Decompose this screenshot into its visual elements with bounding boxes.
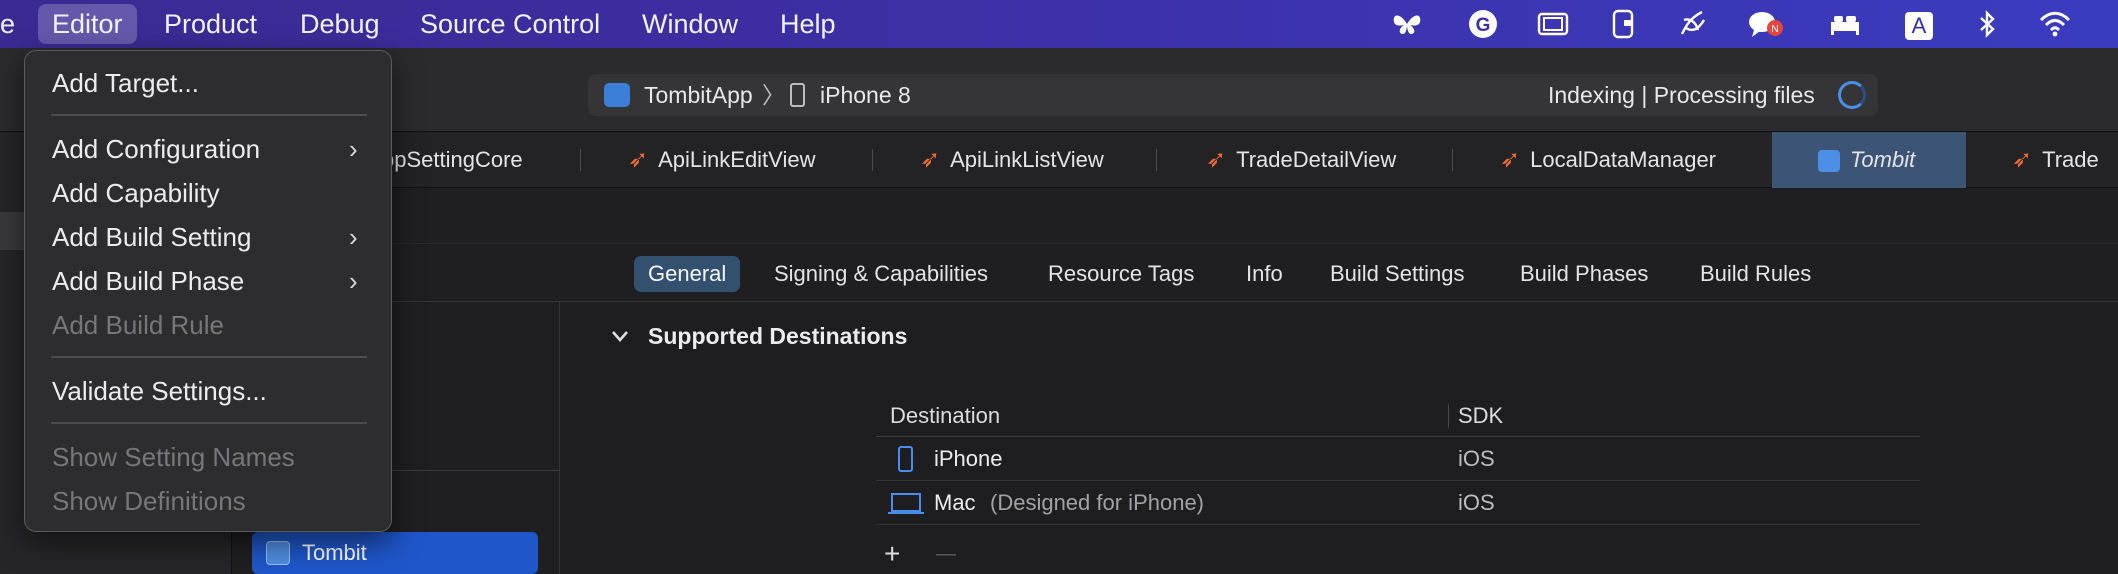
menu-debug[interactable]: Debug — [300, 0, 380, 48]
add-destination-button[interactable]: + — [884, 538, 900, 570]
menu-product[interactable]: Product — [164, 0, 257, 48]
tab-build-rules[interactable]: Build Rules — [1686, 256, 1825, 292]
project-icon — [1818, 150, 1840, 173]
tab-separator — [1452, 149, 1453, 171]
tab-build-phases[interactable]: Build Phases — [1506, 256, 1662, 292]
tab-label: Trade — [2042, 147, 2099, 172]
tab-label: LocalDataManager — [1530, 147, 1717, 172]
app-icon — [604, 83, 630, 107]
menu-item-add-configuration[interactable]: Add Configuration — [52, 127, 260, 171]
swift-icon: ➶ — [1206, 146, 1227, 173]
chevron-right-icon: › — [349, 266, 358, 296]
bed-icon[interactable] — [1828, 8, 1862, 40]
menu-item-add-build-rule: Add Build Rule — [52, 310, 224, 340]
phone-link-icon[interactable] — [1606, 8, 1640, 40]
menu-window[interactable]: Window — [642, 0, 738, 48]
iphone-icon — [898, 446, 913, 472]
swift-icon: ➶ — [628, 146, 649, 173]
bluetooth-icon[interactable] — [1970, 8, 2004, 40]
scheme-separator: 〉 — [762, 82, 785, 108]
destinations-table: Destination SDK iPhone iOS Mac (Designed… — [876, 396, 1920, 530]
menu-editor[interactable]: Editor — [38, 4, 137, 44]
tab-label: ApiLinkListView — [950, 147, 1104, 172]
menu-item-add-capability[interactable]: Add Capability — [52, 171, 220, 215]
table-row[interactable]: iPhone iOS — [876, 437, 1920, 481]
scheme-app[interactable]: TombitApp — [644, 74, 753, 116]
destination-name: Mac — [934, 490, 976, 515]
swift-icon: ➶ — [920, 146, 941, 173]
target-row-tombit[interactable]: Tombit — [252, 532, 538, 574]
column-header-sdk[interactable]: SDK — [1458, 396, 1503, 436]
tab-apilinklistview[interactable]: ➶ ApiLinkListView — [920, 132, 1104, 188]
menu-separator — [51, 356, 367, 358]
menu-item-add-build-setting[interactable]: Add Build Setting — [52, 215, 251, 259]
chevron-right-icon: › — [349, 222, 358, 252]
input-source-icon[interactable]: A — [1902, 8, 1936, 40]
brush-icon[interactable] — [1676, 8, 1710, 40]
destination-sdk: iOS — [1458, 446, 1495, 471]
chevron-down-icon[interactable] — [610, 326, 630, 351]
tab-separator — [872, 149, 873, 171]
notification-icon[interactable]: N — [1746, 8, 1783, 40]
menu-bar: e Editor Product Debug Source Control Wi… — [0, 0, 2118, 48]
butterfly-icon[interactable] — [1390, 8, 1424, 40]
column-divider — [1448, 404, 1449, 428]
tab-apilinkeditview[interactable]: ➶ ApiLinkEditView — [628, 132, 815, 188]
menu-separator — [51, 114, 367, 116]
tab-trade[interactable]: ➶ Trade — [2012, 132, 2099, 188]
menu-item-add-target[interactable]: Add Target... — [52, 61, 199, 105]
target-name: Tombit — [302, 540, 367, 565]
tab-tombit[interactable]: Tombit — [1818, 132, 1915, 188]
wifi-icon[interactable] — [2038, 8, 2072, 40]
swift-icon: ➶ — [1500, 146, 1521, 173]
tab-build-settings[interactable]: Build Settings — [1316, 256, 1479, 292]
menu-separator — [51, 422, 367, 424]
activity-view: TombitApp 〉 iPhone 8 Indexing | Processi… — [588, 74, 1878, 116]
device-icon — [790, 83, 805, 107]
menu-item-validate-settings[interactable]: Validate Settings... — [52, 369, 267, 413]
table-row[interactable]: Mac (Designed for iPhone) iOS — [876, 481, 1920, 525]
tab-localdatamanager[interactable]: ➶ LocalDataManager — [1500, 132, 1716, 188]
destination-sdk: iOS — [1458, 490, 1495, 515]
scheme-device[interactable]: iPhone 8 — [820, 74, 911, 116]
menu-fragment[interactable]: e — [0, 0, 15, 48]
tab-label: ppSettingCore — [382, 147, 523, 172]
chevron-right-icon: › — [349, 134, 358, 164]
tab-label: ApiLinkEditView — [658, 147, 816, 172]
swift-icon: ➶ — [2012, 146, 2033, 173]
input-source-label: A — [1905, 12, 1933, 40]
menu-source-control[interactable]: Source Control — [420, 0, 600, 48]
build-status: Indexing | Processing files — [1548, 82, 1815, 108]
menu-item-add-build-phase[interactable]: Add Build Phase — [52, 259, 244, 303]
column-header-destination[interactable]: Destination — [890, 396, 1000, 436]
tab-separator — [1156, 149, 1157, 171]
tab-appsettingcore[interactable]: ppSettingCore — [382, 132, 523, 188]
tab-signing-capabilities[interactable]: Signing & Capabilities — [760, 256, 1002, 292]
menu-help[interactable]: Help — [780, 0, 836, 48]
svg-text:G: G — [1476, 15, 1491, 36]
destination-detail: (Designed for iPhone) — [990, 490, 1205, 515]
editor-menu-dropdown: Add Target... Add Configuration › Add Ca… — [24, 50, 392, 532]
svg-text:N: N — [1771, 24, 1778, 35]
xcode-window: e Editor Product Debug Source Control Wi… — [0, 0, 2118, 574]
progress-spinner-icon — [1838, 81, 1866, 109]
section-title: Supported Destinations — [648, 323, 908, 349]
menu-item-show-definitions: Show Definitions — [52, 486, 246, 516]
tab-tradedetailview[interactable]: ➶ TradeDetailView — [1206, 132, 1396, 188]
grammarly-icon[interactable]: G — [1466, 8, 1500, 40]
tab-separator — [580, 149, 581, 171]
destination-name: iPhone — [934, 446, 1003, 471]
project-icon — [266, 541, 290, 565]
general-settings-pane: Supported Destinations Destination SDK i… — [560, 302, 2118, 574]
screen-icon[interactable] — [1536, 8, 1570, 40]
tab-label: TradeDetailView — [1236, 147, 1397, 172]
tab-label: Tombit — [1850, 147, 1916, 172]
tab-general[interactable]: General — [634, 256, 741, 292]
tab-resource-tags[interactable]: Resource Tags — [1034, 256, 1208, 292]
remove-destination-button[interactable]: — — [936, 538, 956, 570]
menu-item-show-setting-names: Show Setting Names — [52, 442, 295, 472]
jump-bar — [232, 188, 2118, 244]
mac-icon — [888, 493, 924, 520]
tab-info[interactable]: Info — [1232, 256, 1297, 292]
